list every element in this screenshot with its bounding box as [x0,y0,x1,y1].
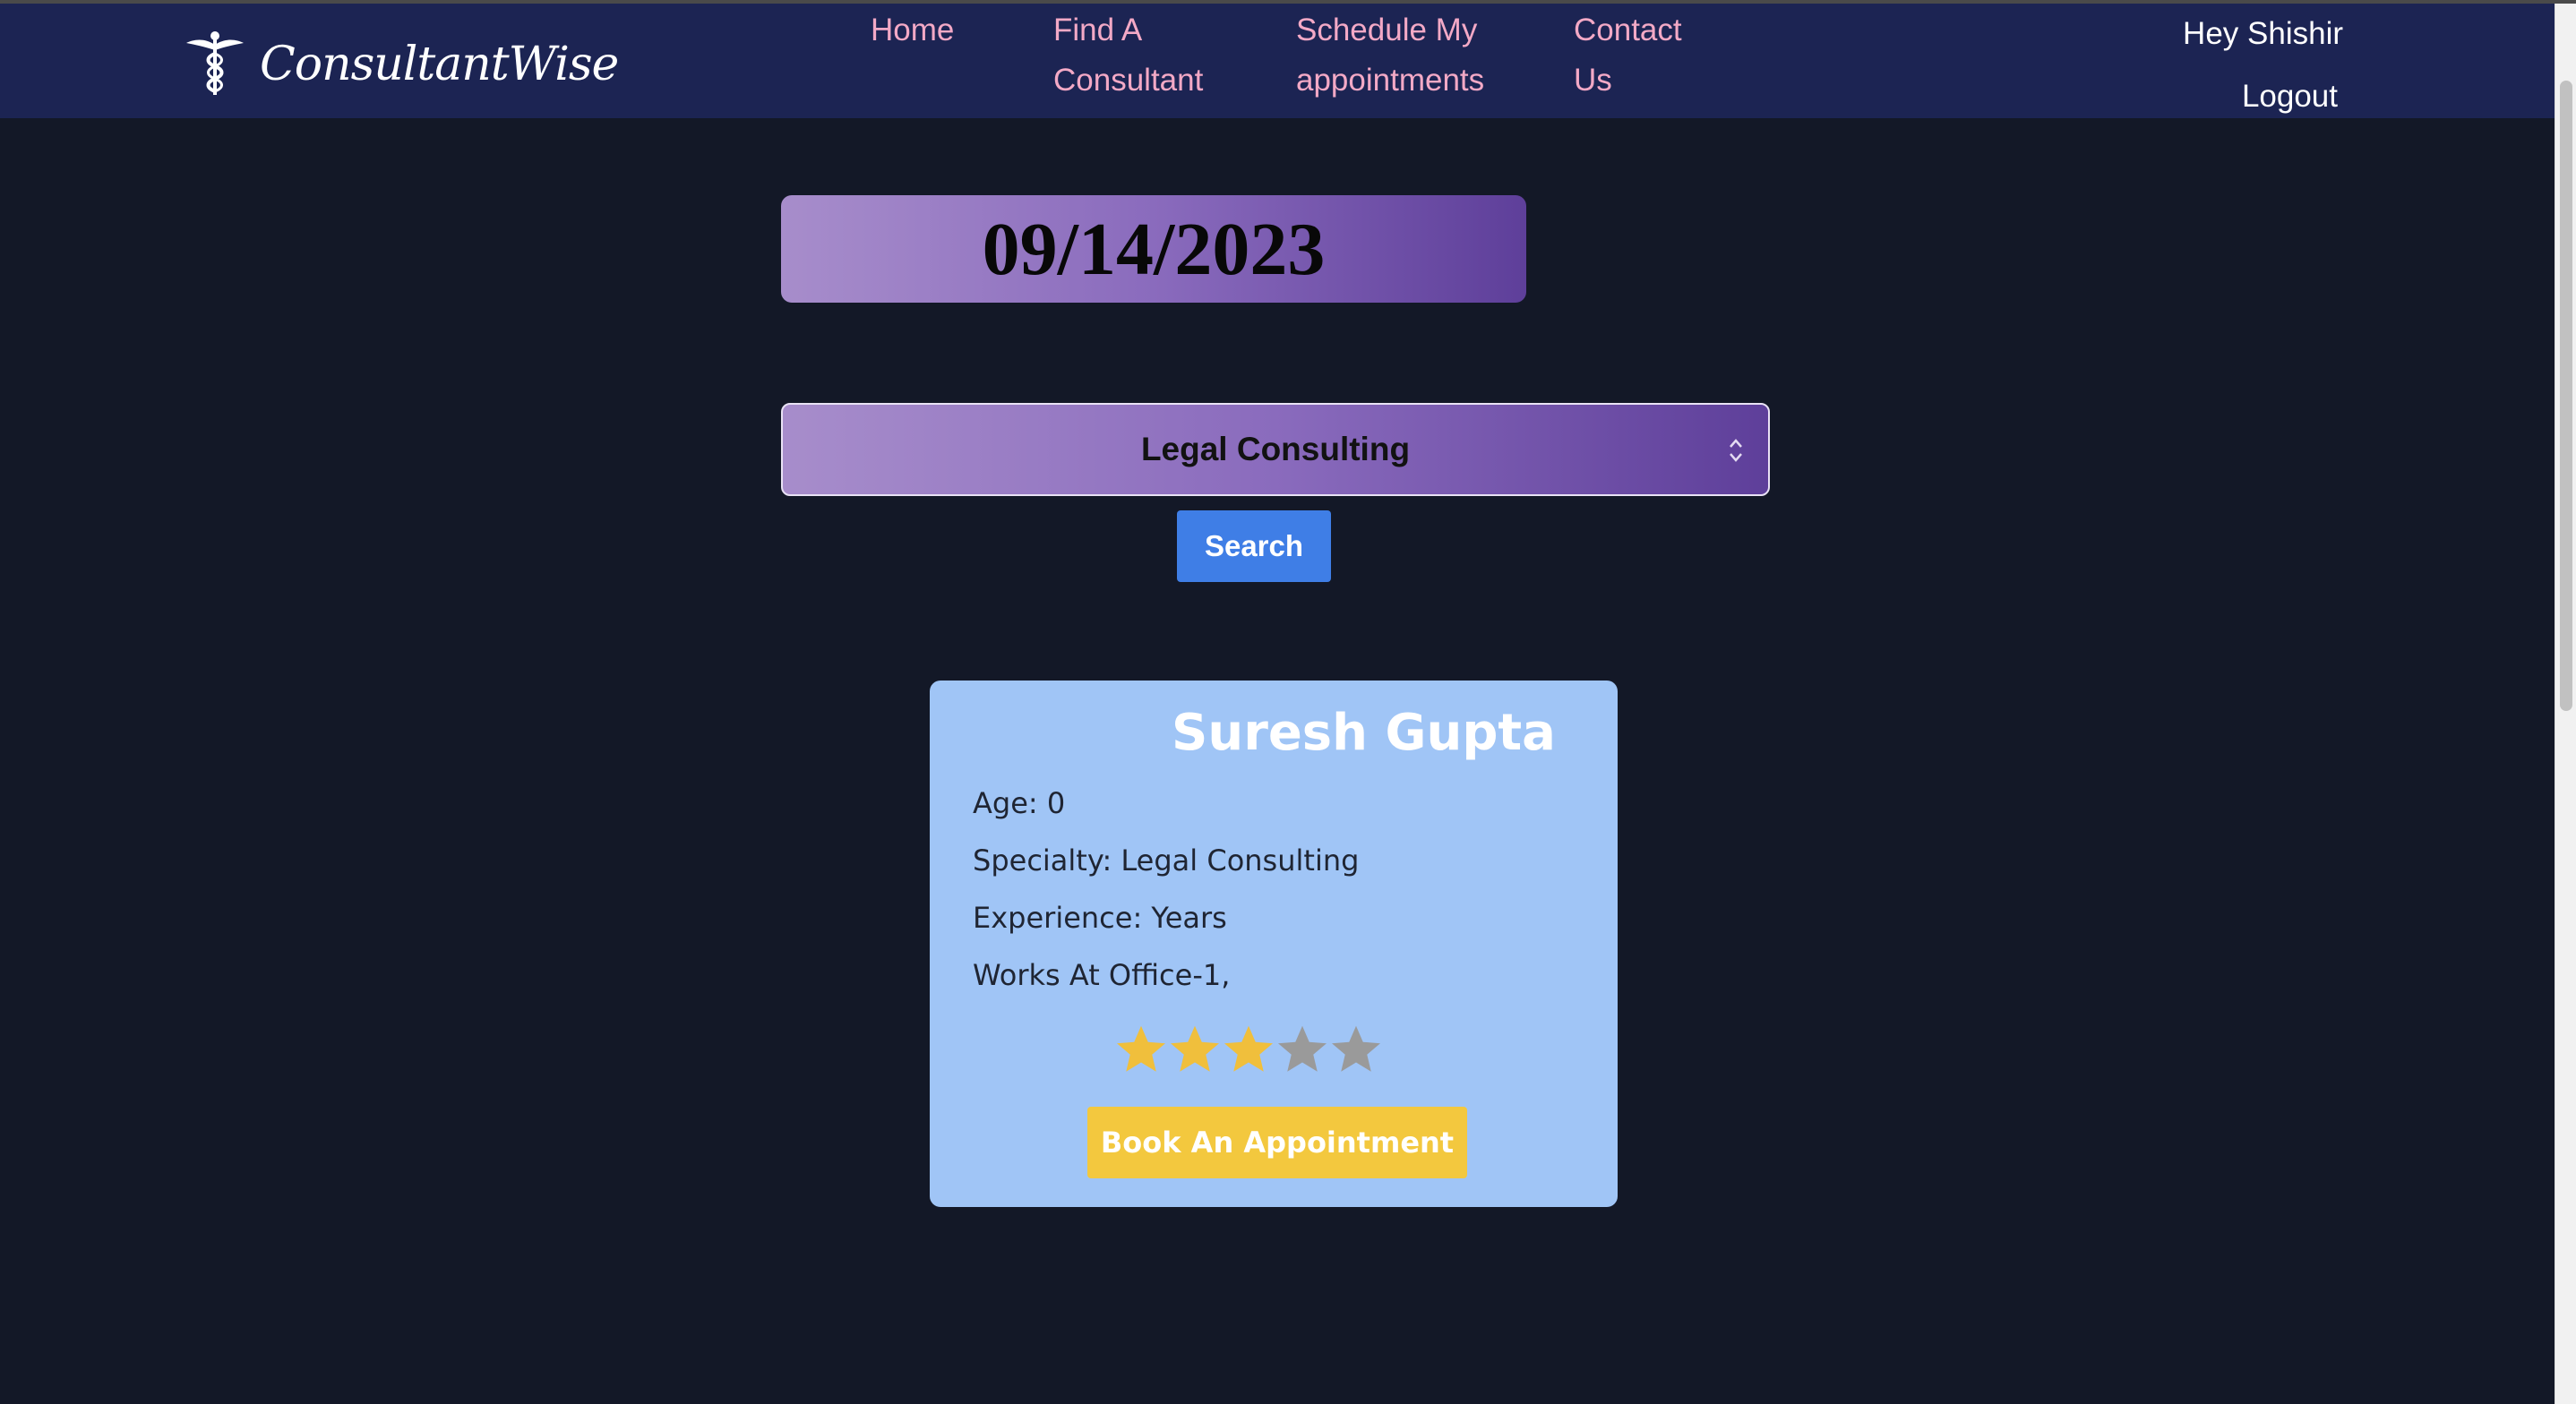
star-icon[interactable] [1168,1023,1222,1076]
select-chevrons-icon [1730,439,1742,462]
consultant-specialty: Specialty: Legal Consulting [973,843,1360,878]
consultant-name: Suresh Gupta [1172,704,1556,762]
nav-schedule-appointments[interactable]: Schedule My appointments [1296,5,1484,106]
brand-name: ConsultantWise [260,38,619,91]
selected-date: 09/14/2023 [982,207,1326,291]
nav-contact-us[interactable]: Contact Us [1574,5,1682,106]
star-icon[interactable] [1114,1023,1168,1076]
star-icon[interactable] [1329,1023,1383,1076]
nav-schedule-label-2: appointments [1296,63,1485,98]
nav-home[interactable]: Home [871,5,954,56]
page-scrollbar[interactable] [2555,4,2576,1404]
nav-schedule-label-1: Schedule My [1296,13,1478,47]
specialty-select[interactable]: Legal Consulting [781,403,1770,496]
logout-link[interactable]: Logout [2242,72,2338,122]
navbar: ConsultantWise Home Find A Consultant Sc… [0,4,2555,118]
nav-find-consultant-label-1: Find A [1053,13,1143,47]
nav-find-consultant[interactable]: Find A Consultant [1053,5,1203,106]
date-display[interactable]: 09/14/2023 [781,195,1526,303]
star-icon[interactable] [1275,1023,1329,1076]
consultant-workplace: Works At Office-1, [973,958,1231,992]
caduceus-icon [186,31,244,95]
specialty-select-value: Legal Consulting [1140,431,1411,467]
consultant-experience: Experience: Years [973,901,1227,935]
nav-home-label: Home [871,13,955,47]
star-icon[interactable] [1222,1023,1275,1076]
brand-logo[interactable]: ConsultantWise [185,29,619,100]
book-appointment-button[interactable]: Book An Appointment [1087,1107,1467,1178]
search-button[interactable]: Search [1177,510,1331,582]
nav-find-consultant-label-2: Consultant [1053,63,1204,98]
scrollbar-thumb[interactable] [2560,81,2572,711]
user-greeting: Hey Shishir [2183,16,2343,51]
nav-contact-label-1: Contact [1574,13,1682,47]
rating-stars [1114,1023,1383,1076]
consultant-age: Age: 0 [973,786,1066,820]
nav-contact-label-2: Us [1574,63,1612,98]
consultant-card: Suresh Gupta Age: 0 Specialty: Legal Con… [930,681,1618,1207]
